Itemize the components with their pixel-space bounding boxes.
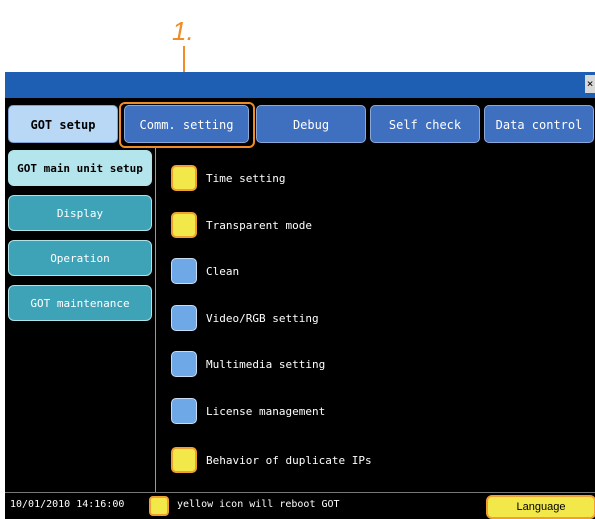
sidebar-item-operation[interactable]: Operation bbox=[8, 240, 152, 276]
menu-item-video-rgb-setting[interactable]: Video/RGB setting bbox=[171, 303, 319, 333]
menu-item-license-management[interactable]: License management bbox=[171, 396, 325, 426]
tab-got-setup[interactable]: GOT setup bbox=[8, 105, 118, 143]
menu-item-multimedia-setting[interactable]: Multimedia setting bbox=[171, 349, 325, 379]
menu-item-transparent-mode[interactable]: Transparent mode bbox=[171, 210, 312, 240]
panel-divider bbox=[155, 146, 156, 492]
reboot-setting-icon bbox=[171, 165, 197, 191]
menu-item-label: Multimedia setting bbox=[206, 357, 326, 371]
reboot-setting-icon bbox=[171, 212, 197, 238]
menu-item-label: Clean bbox=[206, 264, 240, 278]
callout-highlight-box bbox=[119, 102, 255, 148]
callout-number: 1. bbox=[172, 16, 194, 46]
menu-item-label: Behavior of duplicate IPs bbox=[206, 453, 372, 467]
menu-item-label: Transparent mode bbox=[206, 218, 312, 232]
setting-icon bbox=[171, 258, 197, 284]
status-bar: 10/01/2010 14:16:00 yellow icon will reb… bbox=[5, 492, 595, 519]
setting-icon bbox=[171, 398, 197, 424]
tab-self-check[interactable]: Self check bbox=[370, 105, 480, 143]
got-setup-screen: × GOT setup Comm. setting Debug Self che… bbox=[5, 72, 595, 519]
menu-item-time-setting[interactable]: Time setting bbox=[171, 163, 285, 193]
reboot-setting-icon bbox=[171, 447, 197, 473]
menu-item-clean[interactable]: Clean bbox=[171, 256, 239, 286]
datetime-display: 10/01/2010 14:16:00 bbox=[10, 499, 125, 510]
reboot-legend-icon bbox=[149, 496, 169, 516]
setting-icon bbox=[171, 305, 197, 331]
reboot-legend-text: yellow icon will reboot GOT bbox=[177, 499, 340, 510]
sidebar-item-got-maintenance[interactable]: GOT maintenance bbox=[8, 285, 152, 321]
sidebar-item-got-main-unit-setup[interactable]: GOT main unit setup bbox=[8, 150, 152, 186]
menu-item-label: Time setting bbox=[206, 171, 286, 185]
menu-item-behavior-of-duplicate-ips[interactable]: Behavior of duplicate IPs bbox=[171, 445, 372, 475]
title-bar: × bbox=[5, 72, 595, 98]
tab-data-control[interactable]: Data control bbox=[484, 105, 594, 143]
close-icon[interactable]: × bbox=[585, 75, 595, 93]
language-button[interactable]: Language bbox=[486, 495, 595, 519]
sidebar-item-display[interactable]: Display bbox=[8, 195, 152, 231]
menu-item-label: Video/RGB setting bbox=[206, 311, 319, 325]
setting-icon bbox=[171, 351, 197, 377]
tab-debug[interactable]: Debug bbox=[256, 105, 366, 143]
menu-item-label: License management bbox=[206, 404, 326, 418]
